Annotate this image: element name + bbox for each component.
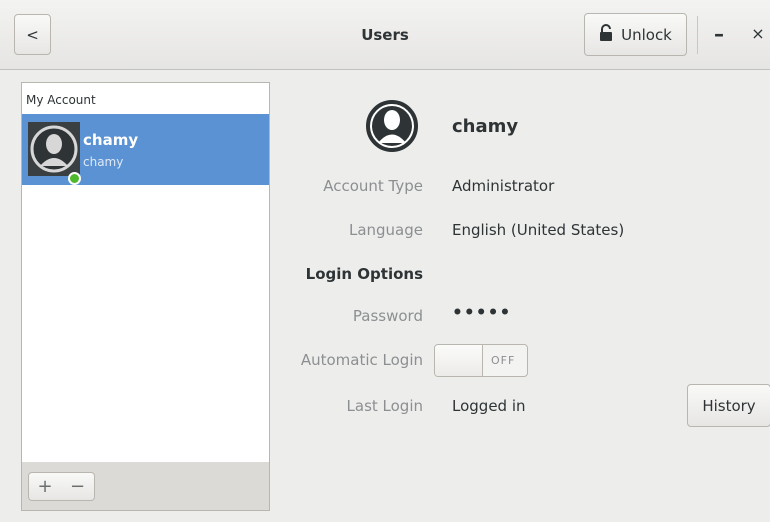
- add-icon: +: [37, 476, 53, 497]
- login-options-heading: Login Options: [305, 265, 423, 283]
- language-label: Language: [348, 221, 423, 239]
- last-login-label: Last Login: [346, 397, 423, 415]
- minimize-icon[interactable]: –: [706, 22, 732, 48]
- header-separator: [697, 16, 698, 54]
- automatic-login-switch[interactable]: OFF: [434, 344, 528, 377]
- switch-state: OFF: [491, 354, 516, 367]
- password-label: Password: [352, 307, 423, 325]
- avatar: [28, 122, 81, 185]
- user-row-name: chamy: [83, 131, 139, 149]
- language-value[interactable]: English (United States): [452, 221, 624, 239]
- switch-knob: [435, 345, 483, 376]
- user-row-chamy[interactable]: chamy chamy: [22, 114, 269, 185]
- user-name[interactable]: chamy: [452, 116, 518, 137]
- unlock-button[interactable]: Unlock: [584, 13, 687, 56]
- close-icon[interactable]: ×: [748, 24, 768, 46]
- list-toolbar: + −: [21, 462, 270, 511]
- avatar-icon: [366, 100, 418, 152]
- account-type-value[interactable]: Administrator: [452, 177, 554, 195]
- history-label: History: [702, 396, 756, 415]
- user-row-username: chamy: [83, 155, 124, 169]
- avatar-icon: [30, 125, 78, 173]
- automatic-login-label: Automatic Login: [300, 351, 423, 369]
- account-type-label: Account Type: [323, 177, 423, 195]
- last-login-value: Logged in: [452, 397, 526, 415]
- section-label: My Account: [26, 93, 96, 107]
- add-user-button[interactable]: +: [28, 472, 62, 501]
- lock-icon: [599, 23, 613, 46]
- header-bar: < Users Unlock – ×: [0, 0, 770, 70]
- history-button[interactable]: History: [687, 384, 770, 427]
- unlock-label: Unlock: [621, 25, 672, 44]
- password-value[interactable]: •••••: [452, 303, 511, 323]
- remove-icon: −: [69, 476, 86, 497]
- remove-user-button[interactable]: −: [61, 472, 95, 501]
- user-avatar-button[interactable]: [365, 99, 419, 153]
